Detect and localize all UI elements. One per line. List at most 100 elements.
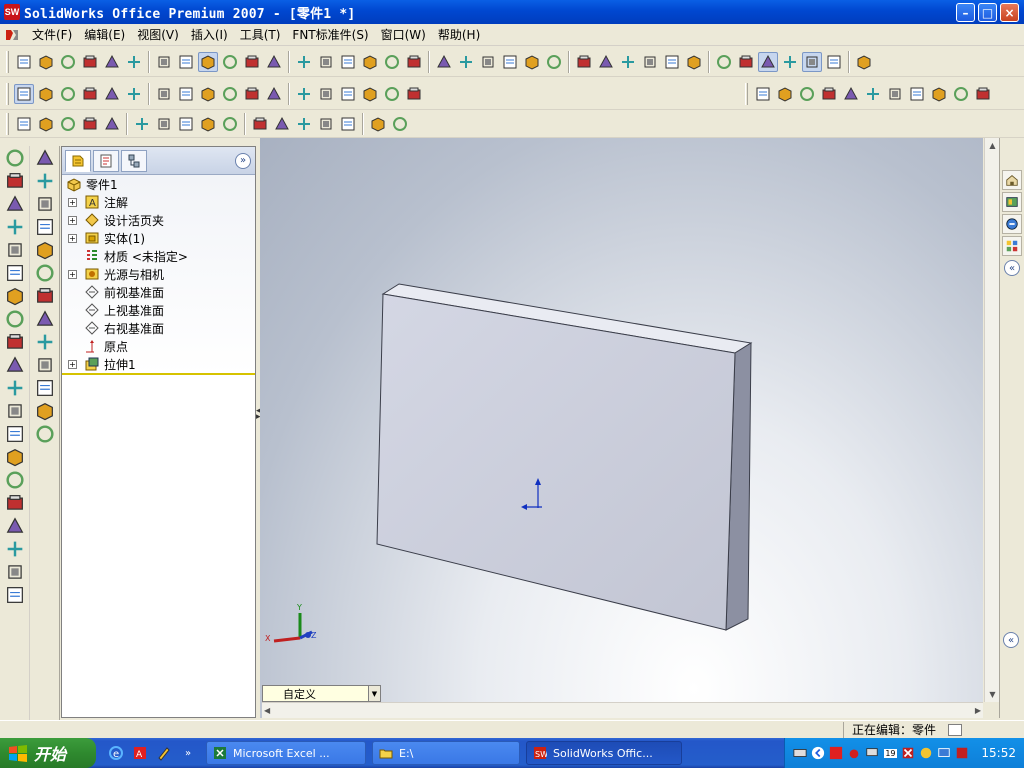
tree-item[interactable]: + 设计活页夹 [62,211,255,229]
select-other-icon[interactable] [220,52,240,72]
print-icon[interactable] [80,52,100,72]
left-icon[interactable] [819,84,839,104]
expand-toggle-icon[interactable]: + [68,216,77,225]
expand-toggle-icon[interactable]: + [68,360,77,369]
sweep-cut-icon[interactable] [4,308,26,330]
dimetric-icon[interactable] [951,84,971,104]
extrude-icon[interactable] [58,84,78,104]
smart-icon[interactable] [390,114,410,134]
expand-toggle-icon[interactable]: + [68,234,77,243]
reference-geometry-icon[interactable] [382,84,402,104]
expand-toggle-icon[interactable]: + [68,198,77,207]
section-icon[interactable] [456,52,476,72]
hole-icon[interactable] [4,538,26,560]
slot-icon[interactable] [80,114,100,134]
prism-icon[interactable] [34,285,56,307]
centerline-icon[interactable] [102,114,122,134]
edit-sketch-icon[interactable] [34,147,56,169]
scroll-right-button[interactable]: ▶ [975,706,981,715]
revolve-cut-icon[interactable] [4,285,26,307]
extrude-boss-icon[interactable] [4,147,26,169]
convert-icon[interactable] [272,114,292,134]
scroll-up-button[interactable]: ▲ [985,138,1000,153]
mode-icon[interactable] [14,83,34,104]
input-method-icon[interactable] [918,745,934,761]
part-front-face[interactable] [376,293,736,631]
dimension-line-icon[interactable] [250,114,270,134]
arc-icon[interactable] [58,114,78,134]
rotate-icon[interactable] [596,52,616,72]
cube-icon[interactable] [34,216,56,238]
tab-feature-tree[interactable] [65,149,91,172]
linear-pattern-icon[interactable] [316,84,336,104]
solidworks-app-icon[interactable]: SW [4,4,20,20]
toolbar-grip[interactable] [6,82,9,105]
shadows-icon[interactable] [824,52,844,72]
menu-item[interactable]: 窗口(W) [375,26,432,43]
network-icon[interactable] [864,745,880,761]
bottom-icon[interactable] [885,84,905,104]
tree-item[interactable]: 原点 [62,337,255,355]
hidden-lines-icon[interactable] [780,52,800,72]
tree-item[interactable]: 材质 <未指定> [62,247,255,265]
dome-icon[interactable] [4,469,26,491]
task-pane-collapse-button[interactable]: « [1004,260,1020,276]
volume-icon[interactable] [954,745,970,761]
point-icon[interactable] [132,114,152,134]
tree-item[interactable]: 前视基准面 [62,283,255,301]
menu-item[interactable]: FNT标准件(S) [286,26,374,43]
menu-item[interactable]: 视图(V) [131,26,185,43]
rollback-bar[interactable] [62,373,255,375]
draft-icon[interactable] [242,84,262,104]
loft-icon[interactable] [154,84,174,104]
convert-entities-icon[interactable] [34,377,56,399]
tree-item[interactable]: 上视基准面 [62,301,255,319]
tree-item[interactable]: 右视基准面 [62,319,255,337]
select-icon[interactable] [198,51,218,72]
paint-icon[interactable] [154,743,174,763]
acrobat-tray-icon[interactable] [828,745,844,761]
chamfer-icon[interactable] [4,377,26,399]
taskbar-button[interactable]: SW SolidWorks Offic... [526,741,682,765]
print-preview-icon[interactable] [102,52,122,72]
sweep-icon[interactable] [124,84,144,104]
open-icon[interactable] [36,52,56,72]
menu-item[interactable]: 插入(I) [185,26,234,43]
circle-icon[interactable] [36,114,56,134]
scroll-left-button[interactable]: ◀ [264,706,270,715]
wrap-icon[interactable] [294,84,314,104]
taskbar-button[interactable]: E:\ [372,741,520,765]
revolve-boss-icon[interactable] [4,170,26,192]
undo-icon[interactable] [154,52,174,72]
shell-icon[interactable] [4,446,26,468]
previous-view-icon[interactable] [544,52,564,72]
toolbar-grip[interactable] [745,82,748,105]
back-icon[interactable] [797,84,817,104]
view-orientation-icon[interactable] [662,52,682,72]
realview-icon[interactable] [854,52,874,72]
trim-entities-icon[interactable] [34,423,56,445]
maximize-button[interactable]: □ [978,3,997,22]
save-icon[interactable] [58,52,78,72]
mirror-icon[interactable] [4,492,26,514]
menu-item[interactable]: 工具(T) [234,26,287,43]
hide-show-icon[interactable] [360,52,380,72]
options-grid-icon[interactable] [264,52,284,72]
shell-icon[interactable] [220,84,240,104]
line-icon[interactable] [14,114,34,134]
title-bar[interactable]: SW SolidWorks Office Premium 2007 - [零件1… [0,0,1024,24]
pattern-icon[interactable] [4,515,26,537]
fix-icon[interactable] [368,114,388,134]
back-view-icon[interactable] [714,52,734,72]
toolbar-grip[interactable] [6,113,9,135]
menu-item[interactable]: 文件(F) [26,26,78,43]
expand-toggle-icon[interactable]: + [68,270,77,279]
fillet-icon[interactable] [4,354,26,376]
minimize-button[interactable]: – [956,3,975,22]
redraw-icon[interactable] [434,52,454,72]
view-triad[interactable] [273,613,313,643]
collapse-panel-button[interactable]: » [235,152,251,169]
file-explorer-icon[interactable] [1002,214,1022,234]
solidworks-menu-icon[interactable] [4,27,20,43]
tree-item[interactable]: + 拉伸1 [62,355,255,373]
